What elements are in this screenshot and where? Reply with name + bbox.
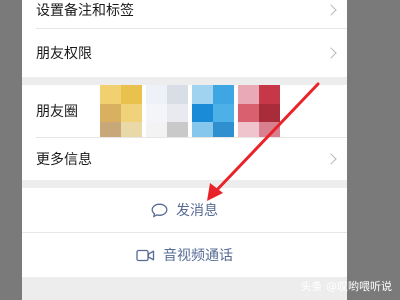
moments-label: 朋友圈 bbox=[36, 104, 78, 120]
friend-permission-row[interactable]: 朋友权限 bbox=[22, 29, 347, 77]
section-gap bbox=[22, 77, 347, 85]
thumbnail-tile bbox=[213, 85, 234, 104]
thumbnail-tile bbox=[213, 103, 234, 123]
send-message-label: 发消息 bbox=[176, 203, 218, 219]
bottom-gap bbox=[22, 277, 347, 300]
thumbnail-tile bbox=[121, 103, 142, 123]
moments-thumbnails bbox=[100, 85, 280, 141]
thumbnail-tile bbox=[238, 85, 259, 104]
video-camera-icon bbox=[136, 249, 155, 261]
chevron-right-icon bbox=[325, 4, 337, 16]
thumbnail-tile bbox=[100, 103, 121, 123]
watermark: 头条 @叹哟喂听说 bbox=[301, 278, 393, 294]
thumbnail-tile bbox=[192, 103, 213, 123]
thumbnail-tile bbox=[100, 85, 121, 104]
chevron-right-icon bbox=[325, 153, 337, 165]
thumbnail-tile bbox=[259, 85, 280, 104]
thumbnail-tile bbox=[259, 103, 280, 123]
contact-profile-panel: 设置备注和标签 朋友权限 朋友圈 更多信息 发消息 音视频通话 bbox=[22, 0, 347, 300]
more-info-label: 更多信息 bbox=[36, 152, 92, 168]
section-gap bbox=[22, 180, 347, 188]
thumbnail-tile bbox=[238, 103, 259, 123]
thumbnail-tile bbox=[167, 103, 188, 123]
moments-thumbnail bbox=[238, 85, 280, 141]
more-info-row[interactable]: 更多信息 bbox=[22, 138, 347, 180]
thumbnail-tile bbox=[167, 85, 188, 104]
remark-and-tags-row[interactable]: 设置备注和标签 bbox=[22, 0, 347, 26]
moments-row[interactable]: 朋友圈 bbox=[22, 85, 347, 141]
moments-thumbnail bbox=[192, 85, 234, 141]
friend-permission-label: 朋友权限 bbox=[36, 46, 92, 62]
video-call-label: 音视频通话 bbox=[163, 248, 233, 264]
thumbnail-tile bbox=[146, 103, 167, 123]
chevron-right-icon bbox=[325, 47, 337, 59]
remark-and-tags-label: 设置备注和标签 bbox=[36, 3, 134, 19]
thumbnail-tile bbox=[146, 85, 167, 104]
video-call-button[interactable]: 音视频通话 bbox=[22, 233, 347, 277]
moments-thumbnail bbox=[100, 85, 142, 141]
thumbnail-tile bbox=[121, 85, 142, 104]
thumbnail-tile bbox=[192, 85, 213, 104]
chat-bubble-icon bbox=[151, 203, 168, 218]
send-message-button[interactable]: 发消息 bbox=[22, 188, 347, 232]
watermark-text: 头条 @叹哟喂听说 bbox=[300, 280, 393, 293]
moments-thumbnail bbox=[146, 85, 188, 141]
